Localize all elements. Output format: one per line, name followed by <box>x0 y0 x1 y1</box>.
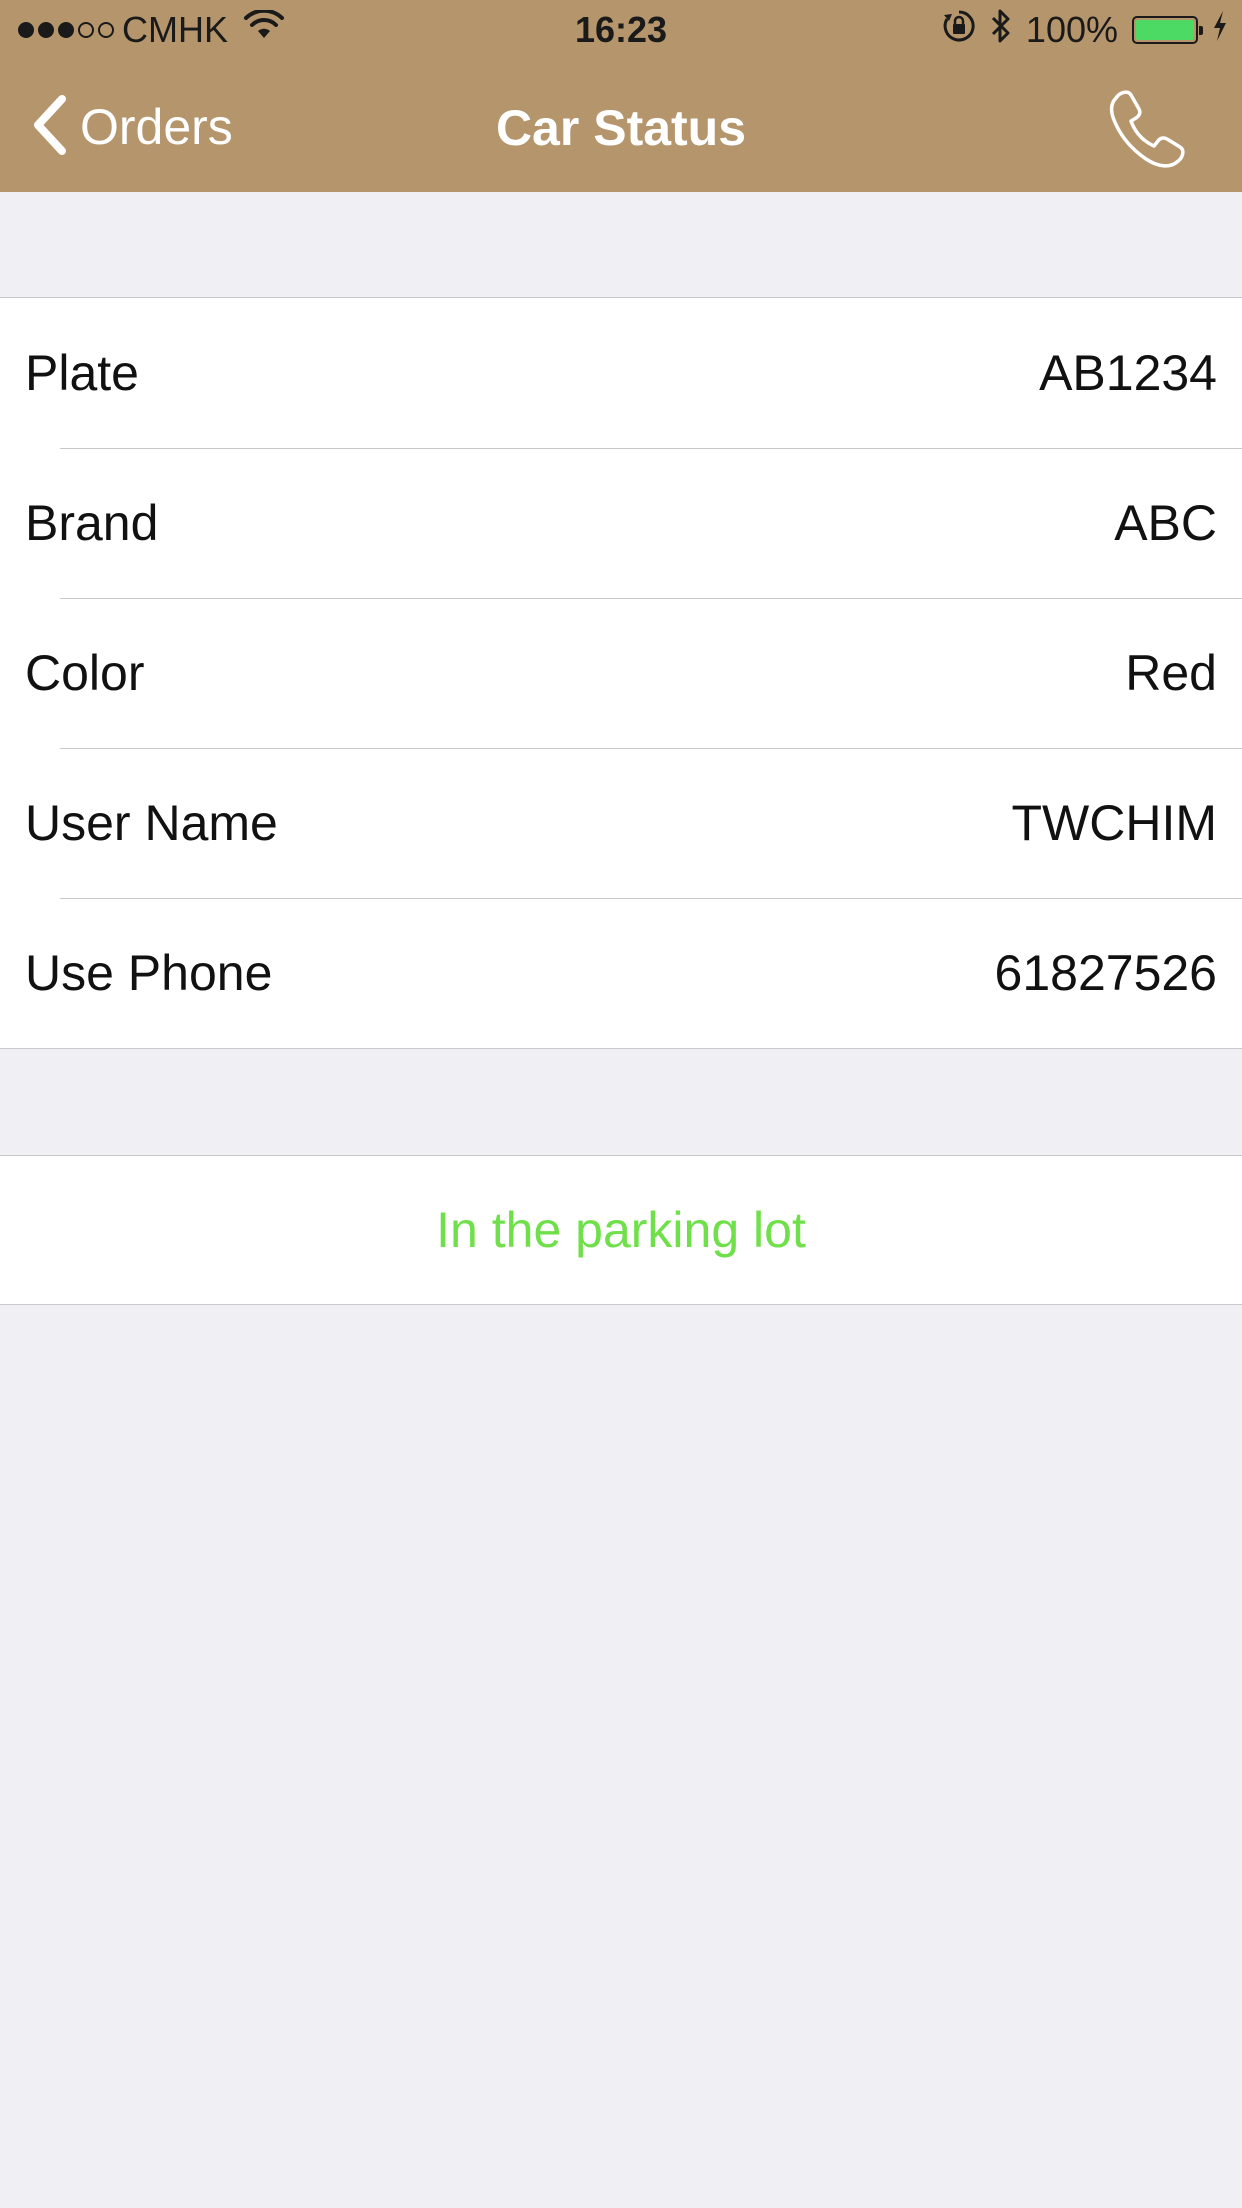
detail-value: ABC <box>1114 495 1217 551</box>
back-button[interactable]: Orders <box>30 92 233 162</box>
battery-percent: 100% <box>1025 9 1118 50</box>
chevron-left-icon <box>30 93 70 162</box>
detail-row-color: Color Red <box>0 598 1242 748</box>
detail-value: TWCHIM <box>1011 795 1218 851</box>
car-details-table: Plate AB1234 Brand ABC Color Red User Na… <box>0 297 1242 1049</box>
detail-row-user-name: User Name TWCHIM <box>0 748 1242 898</box>
status-bar-right: 100% <box>942 8 1228 53</box>
bluetooth-icon <box>990 8 1012 53</box>
detail-label: Brand <box>25 495 159 551</box>
detail-row-user-phone: Use Phone 61827526 <box>0 898 1242 1048</box>
detail-label: Plate <box>25 345 139 401</box>
parking-status-cell: In the parking lot <box>0 1155 1242 1305</box>
detail-value: 61827526 <box>994 945 1217 1001</box>
charging-icon <box>1212 9 1228 51</box>
detail-value: Red <box>1125 645 1217 701</box>
detail-label: Color <box>25 645 145 701</box>
parking-status-text: In the parking lot <box>436 1202 806 1258</box>
rotation-lock-icon <box>942 9 976 52</box>
detail-value: AB1234 <box>1039 345 1217 401</box>
header: CMHK 16:23 100% Orders Car Status <box>0 0 1242 192</box>
back-label: Orders <box>80 99 233 155</box>
detail-row-brand: Brand ABC <box>0 448 1242 598</box>
status-bar: CMHK 16:23 100% <box>0 0 1242 60</box>
phone-icon <box>1102 90 1192 176</box>
call-button[interactable] <box>1102 82 1192 172</box>
detail-label: User Name <box>25 795 278 851</box>
detail-label: Use Phone <box>25 945 273 1001</box>
detail-row-plate: Plate AB1234 <box>0 298 1242 448</box>
battery-level <box>1136 20 1194 40</box>
navigation-bar: Orders Car Status <box>0 60 1242 192</box>
battery-icon <box>1132 16 1203 44</box>
